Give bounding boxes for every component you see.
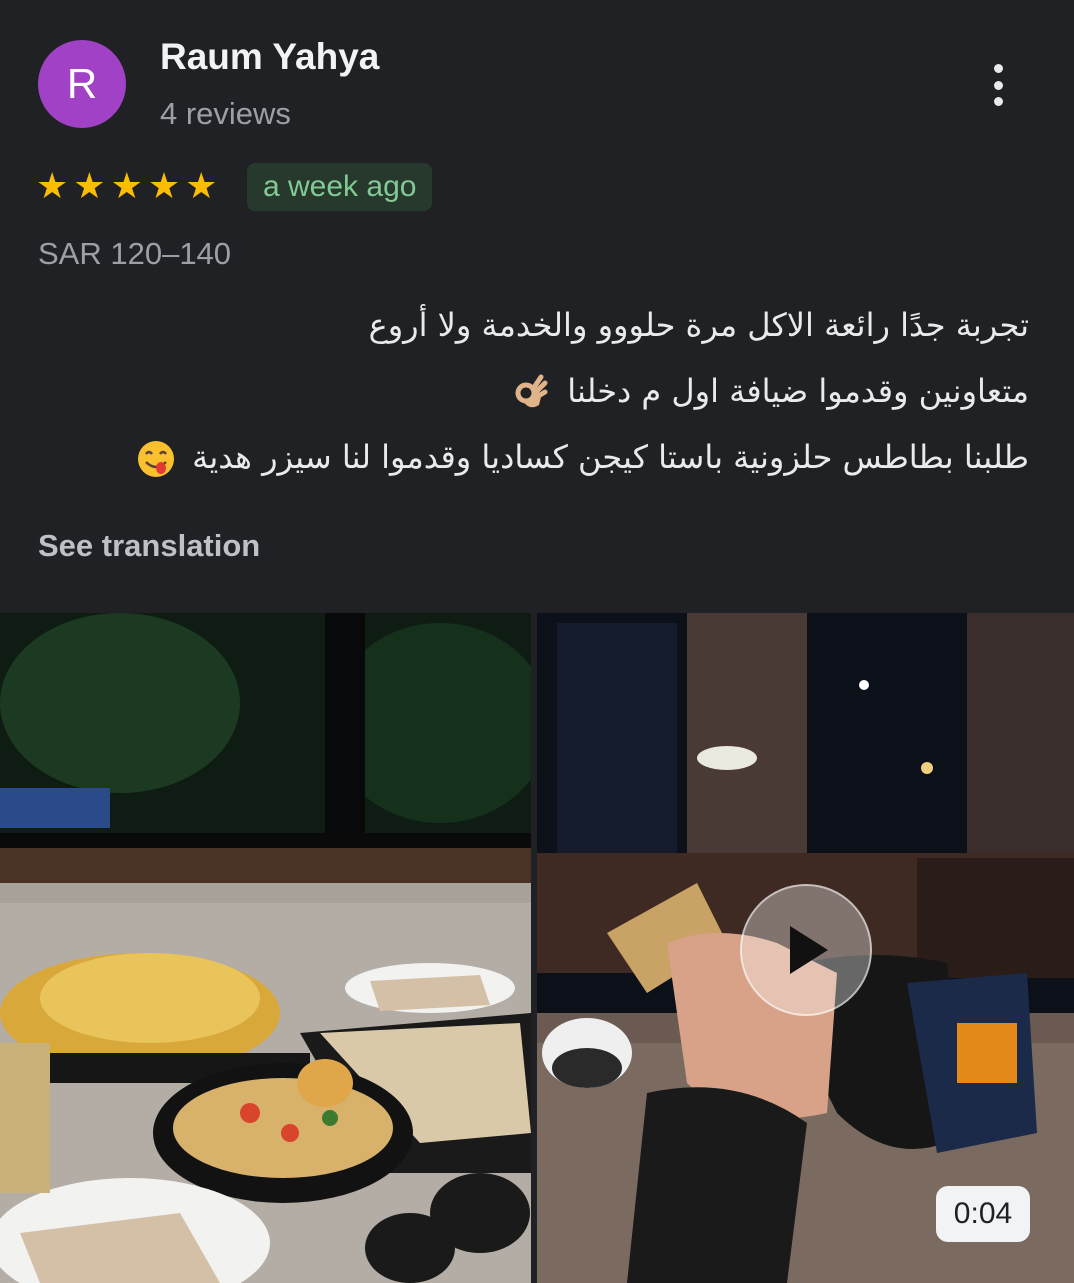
ok-hand-emoji-icon	[515, 374, 548, 408]
time-ago-badge: a week ago	[247, 163, 433, 211]
review-count: 4 reviews	[160, 96, 291, 131]
star-icon: ★	[185, 165, 218, 206]
price-range: SAR 120–140	[38, 236, 232, 271]
review-line: طلبنا بطاطس حلزونية باستا كيجن كساديا وق…	[69, 424, 1029, 490]
avatar-letter: R	[66, 60, 98, 107]
play-icon	[790, 926, 828, 974]
star-icon: ★	[147, 165, 181, 206]
play-button[interactable]	[740, 884, 872, 1016]
star-icon: ★	[73, 165, 106, 206]
review-text: تجربة جدًا رائعة الاكل مرة حلووو والخدمة…	[69, 292, 1029, 490]
more-options-icon[interactable]	[978, 60, 1018, 110]
review-line: تجربة جدًا رائعة الاكل مرة حلووو والخدمة…	[368, 306, 1029, 344]
see-translation-link[interactable]: See translation	[38, 528, 260, 564]
star-rating: ★ ★ ★ ★ ★	[36, 166, 217, 206]
video-duration: 0:04	[936, 1186, 1030, 1242]
star-icon: ★	[36, 165, 69, 206]
star-icon: ★	[110, 165, 143, 206]
food-photo[interactable]	[0, 613, 531, 1283]
yum-face-emoji-icon	[137, 441, 174, 477]
review-line: متعاونين وقدموا ضيافة اول م دخلنا	[69, 358, 1029, 424]
author-avatar[interactable]: R	[38, 40, 126, 128]
author-name[interactable]: Raum Yahya	[160, 36, 379, 78]
